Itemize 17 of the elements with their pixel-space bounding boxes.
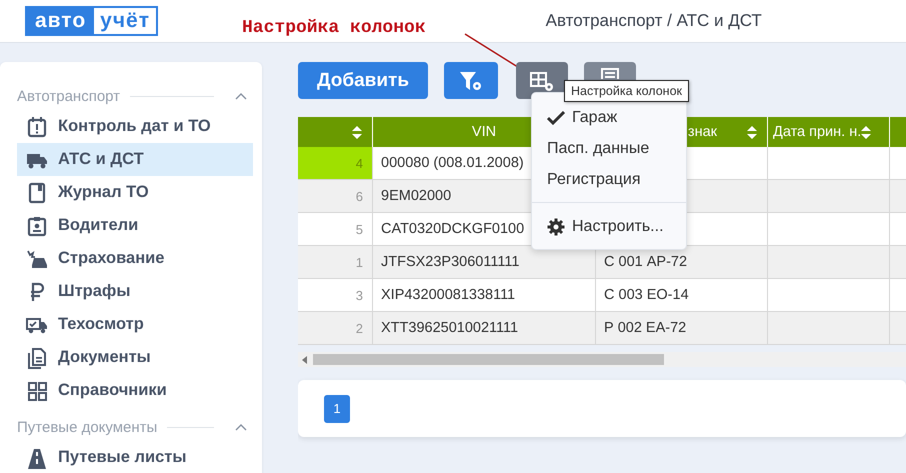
row-number: 3	[298, 279, 373, 311]
table-cell: Р 002 ЕА-72	[604, 320, 686, 336]
table-cell: С 003 ЕО-14	[604, 287, 689, 303]
tooltip: Настройка колонок	[564, 80, 690, 102]
annotation-text: Настройка колонок	[242, 18, 426, 38]
row-number: 6	[298, 180, 373, 212]
row-number: 1	[298, 246, 373, 278]
table-cell: JTFSX23P306011111	[373, 246, 596, 278]
row-number: 2	[298, 312, 373, 344]
row-number: 4	[298, 147, 373, 179]
row-number: 5	[298, 213, 373, 245]
breadcrumb: Автотранспорт / АТС и ДСТ	[546, 11, 762, 31]
table-cell: XIP43200081338111	[373, 279, 596, 311]
table-cell: XTT39625010021111	[373, 312, 596, 344]
table-cell: С 001 АР-72	[604, 254, 688, 270]
section-title: Путевые документы	[17, 418, 158, 436]
section-title: Автотранспорт	[17, 88, 120, 104]
